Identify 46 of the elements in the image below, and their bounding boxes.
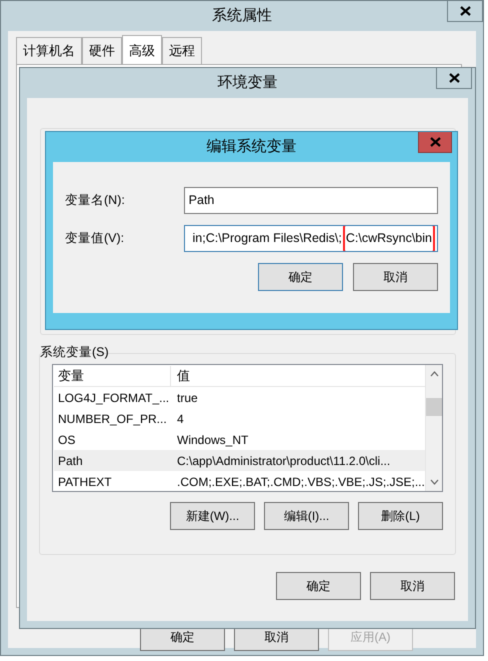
window-title: 编辑系统变量 xyxy=(206,136,296,157)
field-label: 变量值(V): xyxy=(65,230,126,248)
input-field[interactable]: Path xyxy=(184,187,438,214)
scrollbar[interactable] xyxy=(425,365,442,491)
variable-name: NUMBER_OF_PR... xyxy=(58,412,167,426)
variable-name: PATHEXT xyxy=(58,474,112,488)
window-title: 系统属性 xyxy=(212,6,272,26)
dialog-button[interactable]: 确定 xyxy=(276,572,361,600)
close-button[interactable] xyxy=(447,1,483,22)
variable-value: C:\app\Administrator\product\11.2.0\cli... xyxy=(177,454,390,468)
input-field[interactable]: in;C:\Program Files\Redis\; C:\cwRsync\bin xyxy=(184,225,438,252)
close-button[interactable] xyxy=(436,68,472,89)
variable-name: LOG4J_FORMAT_... xyxy=(58,390,170,404)
tab[interactable]: 计算机名 xyxy=(16,36,82,64)
close-icon xyxy=(460,6,470,16)
variable-name: OS xyxy=(58,432,76,446)
variable-value: Windows_NT xyxy=(177,432,248,446)
tab[interactable]: 硬件 xyxy=(82,36,122,64)
variable-value: 4 xyxy=(177,412,184,426)
highlighted-value: C:\cwRsync\bin xyxy=(342,226,435,251)
group-label: 系统变量(S) xyxy=(40,344,110,360)
field-value: Path xyxy=(188,192,214,210)
list-row[interactable]: Path C:\app\Administrator\product\11.2.0\cli... xyxy=(54,450,425,471)
list-row[interactable]: OS Windows_NT xyxy=(54,429,425,450)
column-header[interactable]: 值 xyxy=(171,366,425,386)
tab[interactable]: 远程 xyxy=(162,36,202,64)
dialog-button[interactable]: 取消 xyxy=(353,263,438,291)
dialog-button[interactable]: 确定 xyxy=(258,263,343,291)
field-label: 变量名(N): xyxy=(65,192,126,210)
scrollbar-thumb[interactable] xyxy=(426,398,442,416)
close-icon xyxy=(430,137,440,147)
dialog-button[interactable]: 新建(W)... xyxy=(170,502,255,530)
window-title: 环境变量 xyxy=(218,72,278,93)
dialog-button[interactable]: 删除(L) xyxy=(358,502,443,530)
list-row[interactable]: PATHEXT .COM;.EXE;.BAT;.CMD;.VBS;.VBE;.JS;.JSE;... xyxy=(54,471,425,491)
list-row[interactable]: LOG4J_FORMAT_... true xyxy=(54,387,425,408)
dialog-button[interactable]: 编辑(I)... xyxy=(264,502,349,530)
list-row[interactable]: NUMBER_OF_PR... 4 xyxy=(54,408,425,429)
variable-value: true xyxy=(177,390,198,404)
variable-name: Path xyxy=(58,454,83,468)
column-header[interactable]: 变量 xyxy=(54,366,171,386)
close-icon xyxy=(448,73,460,83)
tab[interactable]: 高级 xyxy=(122,34,162,64)
field-value: in;C:\Program Files\Redis\; xyxy=(192,230,342,248)
dialog-button[interactable]: 取消 xyxy=(370,572,455,600)
variable-value: .COM;.EXE;.BAT;.CMD;.VBS;.VBE;.JS;.JSE;... xyxy=(177,474,425,488)
